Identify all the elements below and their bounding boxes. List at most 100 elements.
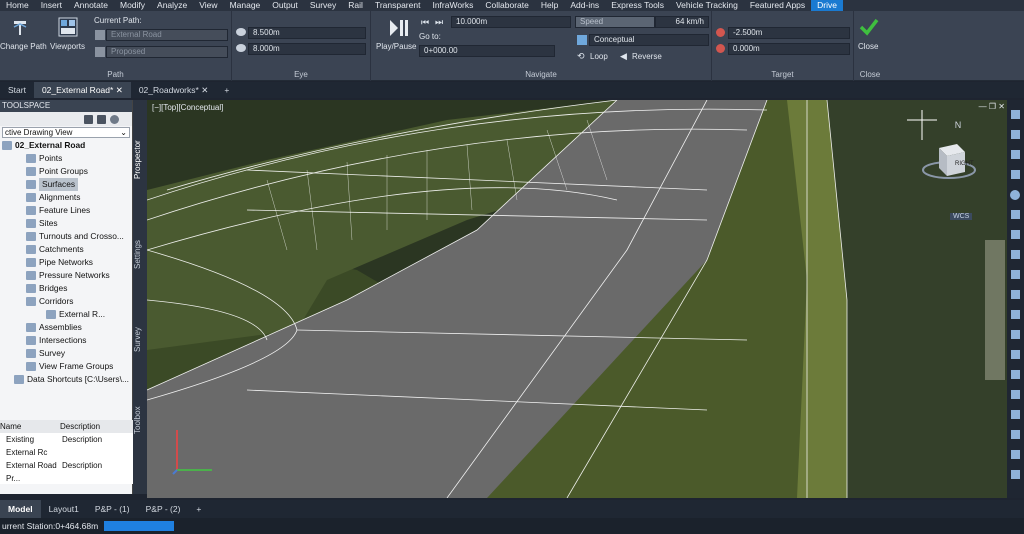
target-offset-field[interactable]: -2.500m xyxy=(728,27,850,39)
tree-item[interactable]: Pipe Networks xyxy=(26,256,93,269)
target-elevation-field[interactable]: 0.000m xyxy=(728,43,850,55)
new-tab-button[interactable]: + xyxy=(216,82,237,98)
tab-toolbox[interactable]: Toolbox xyxy=(133,400,147,440)
tree-item[interactable]: Sites xyxy=(26,217,58,230)
tree-item[interactable]: Surfaces xyxy=(26,178,79,191)
change-path-button[interactable]: Change Path xyxy=(0,42,47,51)
tab-start[interactable]: Start xyxy=(0,82,34,98)
speed-slider[interactable]: Speed xyxy=(575,16,655,28)
tree-item[interactable]: Feature Lines xyxy=(26,204,90,217)
menu-vehicle-tracking[interactable]: Vehicle Tracking xyxy=(670,0,744,11)
tab-model[interactable]: Model xyxy=(0,500,41,518)
tree-item[interactable]: Data Shortcuts [C:\Users\... xyxy=(14,373,129,386)
tree-item[interactable]: Survey xyxy=(26,347,65,360)
close-button[interactable]: Close xyxy=(858,42,878,51)
menu-featured-apps[interactable]: Featured Apps xyxy=(744,0,811,11)
step-distance-field[interactable]: 10.000m xyxy=(451,16,571,28)
tree-item[interactable]: Points xyxy=(26,152,62,165)
step-back-icon[interactable]: ⏮ xyxy=(421,17,433,27)
tree-item[interactable]: 02_External Road xyxy=(2,139,85,152)
eye-panel-title[interactable]: Eye xyxy=(232,70,370,79)
tree-item[interactable]: Pressure Networks xyxy=(26,269,110,282)
grid-row[interactable]: External Road Description xyxy=(0,459,133,472)
close-icon[interactable]: ✕ xyxy=(201,85,208,95)
menu-transparent[interactable]: Transparent xyxy=(369,0,427,11)
play-pause-icon[interactable] xyxy=(387,17,409,39)
menu-express-tools[interactable]: Express Tools xyxy=(605,0,670,11)
tab-external-road[interactable]: 02_External Road* ✕ xyxy=(33,82,131,98)
menu-analyze[interactable]: Analyze xyxy=(151,0,193,11)
checkmark-icon[interactable] xyxy=(858,16,880,38)
tab-survey[interactable]: Survey xyxy=(133,320,147,360)
reverse-button[interactable]: Reverse xyxy=(632,52,662,61)
minimize-icon[interactable]: — xyxy=(979,102,987,111)
tab-pp-2[interactable]: P&P - (2) xyxy=(138,500,189,518)
wcs-label[interactable]: WCS xyxy=(950,213,973,220)
help-icon[interactable] xyxy=(110,114,119,124)
toolspace-icon-1[interactable] xyxy=(84,114,93,124)
tree-item[interactable]: Bridges xyxy=(26,282,67,295)
viewports-icon[interactable] xyxy=(57,16,79,38)
tab-layout1[interactable]: Layout1 xyxy=(41,500,87,518)
step-forward-icon[interactable]: ⏭ xyxy=(435,17,447,27)
add-layout-button[interactable]: + xyxy=(188,500,209,518)
tree-item[interactable]: Catchments xyxy=(26,243,84,256)
grid-row[interactable]: Pr... xyxy=(0,472,133,485)
change-path-icon[interactable] xyxy=(10,17,30,37)
menu-rail[interactable]: Rail xyxy=(342,0,369,11)
viewport-scrollbar[interactable] xyxy=(985,240,1005,380)
tab-settings[interactable]: Settings xyxy=(133,230,147,280)
menu-home[interactable]: Home xyxy=(0,0,35,11)
drawing-viewport[interactable]: N [−][Top][Conceptual] RIGHT WCS — ❐ ✕ xyxy=(147,100,1007,498)
menu-view[interactable]: View xyxy=(193,0,223,11)
tab-pp-1[interactable]: P&P - (1) xyxy=(87,500,138,518)
menu-modify[interactable]: Modify xyxy=(114,0,151,11)
tree-item[interactable]: View Frame Groups xyxy=(26,360,113,373)
speed-field[interactable]: 64 km/h xyxy=(655,16,709,28)
reverse-icon[interactable]: ◀ xyxy=(620,51,627,62)
proposed-path-field[interactable]: Proposed xyxy=(106,46,228,58)
target-panel-title[interactable]: Target xyxy=(712,70,853,79)
tree-item[interactable]: Point Groups xyxy=(26,165,88,178)
tree-item[interactable]: Corridors xyxy=(26,295,73,308)
menu-drive[interactable]: Drive xyxy=(811,0,843,11)
tree-item[interactable]: Turnouts and Crosso... xyxy=(26,230,124,243)
path-panel: Change Path Viewports Current Path: Exte… xyxy=(0,11,232,81)
grid-row[interactable]: Existing Description xyxy=(0,433,133,446)
grid-header-cell[interactable]: Description xyxy=(60,420,130,433)
menu-infraworks[interactable]: InfraWorks xyxy=(426,0,479,11)
loop-button[interactable]: Loop xyxy=(590,52,608,61)
close-icon[interactable]: ✕ xyxy=(998,102,1005,111)
menu-annotate[interactable]: Annotate xyxy=(68,0,114,11)
viewport-label[interactable]: [−][Top][Conceptual] xyxy=(152,103,223,112)
tab-roadworks[interactable]: 02_Roadworks* ✕ xyxy=(131,82,217,98)
menu-output[interactable]: Output xyxy=(266,0,304,11)
menu-collaborate[interactable]: Collaborate xyxy=(479,0,534,11)
eye-height-field[interactable]: 8.500m xyxy=(248,27,366,39)
current-path-field[interactable]: External Road xyxy=(106,29,228,41)
loop-icon[interactable]: ⟲ xyxy=(577,51,585,62)
eye-offset-field[interactable]: 8.000m xyxy=(248,43,366,55)
grid-header-cell[interactable]: Name xyxy=(0,420,60,433)
tree-item[interactable]: Intersections xyxy=(26,334,86,347)
tab-prospector[interactable]: Prospector xyxy=(133,130,147,190)
chevron-down-icon[interactable]: ⌄ xyxy=(120,128,127,137)
grid-row[interactable]: External Rc xyxy=(0,446,133,459)
menu-insert[interactable]: Insert xyxy=(35,0,68,11)
goto-field[interactable]: 0+000.00 xyxy=(419,45,555,57)
menu-manage[interactable]: Manage xyxy=(224,0,267,11)
tree-item[interactable]: Assemblies xyxy=(26,321,82,334)
close-icon[interactable]: ✕ xyxy=(116,85,123,95)
menu-add-ins[interactable]: Add-ins xyxy=(564,0,605,11)
tree-item[interactable]: External R... xyxy=(46,308,105,321)
drawing-view-dropdown[interactable]: ctive Drawing View ⌄ xyxy=(2,127,130,138)
menu-survey[interactable]: Survey xyxy=(304,0,342,11)
tree-item[interactable]: Alignments xyxy=(26,191,80,204)
viewports-button[interactable]: Viewports xyxy=(50,42,85,51)
toolspace-icon-2[interactable] xyxy=(97,114,106,124)
restore-icon[interactable]: ❐ xyxy=(989,102,996,111)
cube-face-label[interactable]: RIGHT xyxy=(955,161,974,167)
visual-style-dropdown[interactable]: Conceptual xyxy=(589,34,709,46)
menu-help[interactable]: Help xyxy=(535,0,564,11)
play-pause-button[interactable]: Play/Pause xyxy=(376,42,416,51)
